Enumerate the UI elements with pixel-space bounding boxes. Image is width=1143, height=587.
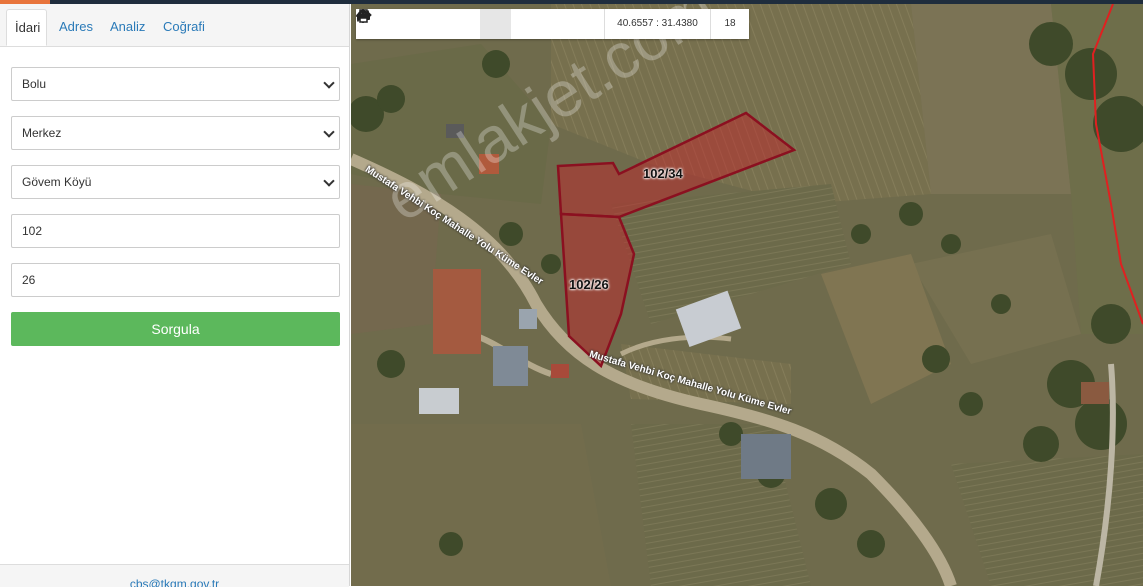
measure-distance-icon[interactable] (356, 9, 573, 39)
satellite-imagery (351, 4, 1143, 586)
parcel-label-102-34[interactable]: 102/34 (643, 166, 683, 181)
ada-input[interactable]: 102 (11, 214, 340, 248)
sidebar: İdari Adres Analiz Coğrafi Bolu Merkez G… (0, 4, 350, 587)
ada-value: 102 (22, 224, 43, 238)
locate-crosshair-icon[interactable] (356, 9, 480, 39)
zoom-out-icon[interactable] (357, 9, 418, 39)
refresh-icon[interactable] (357, 9, 449, 39)
tab-idari[interactable]: İdari (6, 9, 47, 46)
print-icon[interactable] (357, 9, 604, 39)
parsel-input[interactable]: 26 (11, 263, 340, 297)
tab-analiz[interactable]: Analiz (102, 9, 153, 46)
footer: cbs@tkgm.gov.tr (0, 564, 349, 587)
il-value: Bolu (22, 77, 47, 91)
tab-cografi[interactable]: Coğrafi (155, 9, 213, 46)
mahalle-value: Gövem Köyü (22, 175, 92, 189)
ilce-value: Merkez (22, 126, 62, 140)
sorgula-button[interactable]: Sorgula (11, 312, 340, 346)
il-select[interactable]: Bolu (11, 67, 340, 101)
ilce-select[interactable]: Merkez (11, 116, 340, 150)
tab-adres[interactable]: Adres (51, 9, 101, 46)
map-view[interactable]: emlakjet.com 102/34 102/26 Mustafa Vehbi… (351, 4, 1143, 586)
parsel-value: 26 (22, 273, 36, 287)
info-icon[interactable] (360, 9, 511, 39)
map-toolbar: 40.6557 : 31.4380 18 (356, 9, 749, 39)
mahalle-select[interactable]: Gövem Köyü (11, 165, 340, 199)
tab-bar: İdari Adres Analiz Coğrafi (0, 4, 349, 47)
star-icon[interactable] (356, 9, 542, 39)
zoom-level: 18 (710, 9, 749, 39)
coordinate-readout: 40.6557 : 31.4380 (604, 9, 710, 39)
parcel-label-102-26[interactable]: 102/26 (569, 277, 609, 292)
